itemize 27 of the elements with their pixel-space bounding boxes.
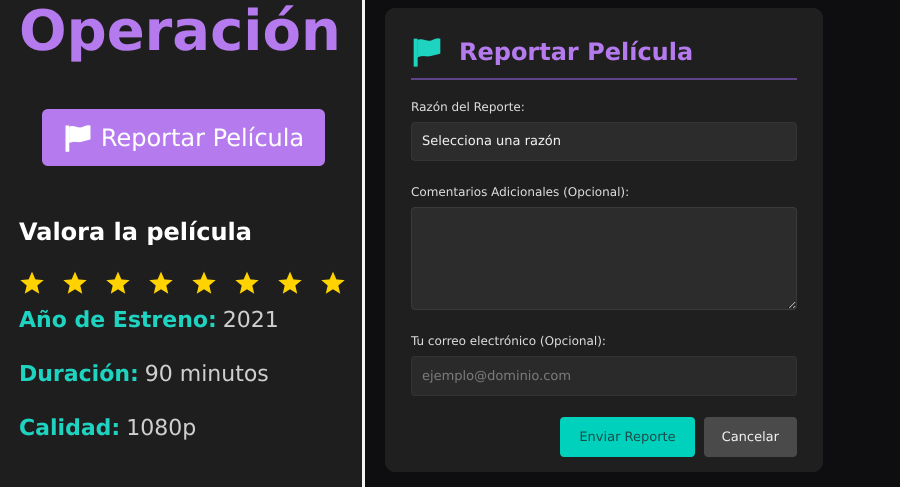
detail-label: Calidad: <box>19 416 120 443</box>
detail-value: 1080p <box>126 416 196 443</box>
field-label: Comentarios Adicionales (Opcional): <box>411 185 630 199</box>
star-icon[interactable] <box>105 270 131 296</box>
detail-label: Duración: <box>19 362 139 389</box>
field-label: Tu correo electrónico (Opcional): <box>411 334 606 348</box>
detail-value: 2021 <box>222 308 279 335</box>
page-title: Operación <box>19 0 342 64</box>
star-icon[interactable] <box>191 270 217 296</box>
field-label: Razón del Reporte: <box>411 100 525 114</box>
star-icon[interactable] <box>320 270 346 296</box>
dialog-title: Reportar Película <box>459 38 694 66</box>
star-icon[interactable] <box>277 270 303 296</box>
comments-field[interactable] <box>411 207 797 310</box>
send-report-button[interactable]: Enviar Reporte <box>560 417 695 457</box>
rating-heading: Valora la película <box>19 218 253 246</box>
flag-icon <box>411 36 443 68</box>
detail-label: Año de Estreno: <box>19 308 217 335</box>
reason-select[interactable]: Selecciona una razón <box>411 122 797 161</box>
star-icon[interactable] <box>19 270 45 296</box>
email-field[interactable]: ejemplo@dominio.com <box>411 356 797 396</box>
detail-value: 90 minutos <box>144 362 269 389</box>
flag-icon <box>62 122 93 152</box>
star-icon[interactable] <box>234 270 260 296</box>
star-icon[interactable] <box>148 270 174 296</box>
cancel-button[interactable]: Cancelar <box>704 417 797 457</box>
star-icon[interactable] <box>62 270 88 296</box>
